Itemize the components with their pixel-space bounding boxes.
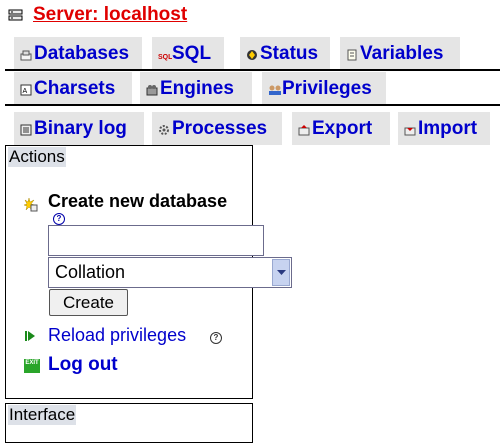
logout-icon: EXIT [24,359,40,373]
server-link[interactable]: Server: localhost [33,4,187,26]
new-database-icon [23,197,38,212]
tab-sql-label: SQL [172,42,212,64]
tab-binary-log[interactable]: Binary log [14,112,144,145]
tab-import[interactable]: Import [398,112,490,145]
tab-processes[interactable]: Processes [152,112,282,145]
tab-export[interactable]: Export [292,112,390,145]
processes-icon [158,123,170,135]
database-name-input[interactable] [48,225,264,256]
create-database-label: Create new database [48,191,228,211]
binary-log-icon [20,123,32,135]
server-icon [8,9,23,22]
help-icon[interactable]: ? [53,213,65,225]
tab-sql[interactable]: SQL SQL [152,37,224,70]
chevron-down-icon[interactable] [272,259,290,286]
tab-binary-log-label: Binary log [34,117,127,139]
charsets-icon: A [20,83,32,95]
interface-legend: Interface [8,405,77,425]
variables-icon [346,48,358,60]
engines-icon [146,83,158,95]
status-icon [246,48,258,60]
reload-help-icon[interactable]: ? [210,332,222,344]
tab-processes-label: Processes [172,117,268,139]
reload-privileges-link[interactable]: Reload privileges [48,325,186,346]
privileges-icon [268,83,281,95]
export-icon [298,123,310,135]
tab-row-2-line [5,104,500,106]
tab-variables-label: Variables [360,42,444,64]
create-button[interactable]: Create [49,289,128,316]
databases-icon [20,48,32,60]
server-title: Server: localhost [8,4,187,26]
tab-privileges-label: Privileges [282,77,372,99]
tab-row-1: Databases SQL SQL Status Variables [0,37,500,70]
tab-variables[interactable]: Variables [340,37,460,70]
svg-text:A: A [23,88,28,95]
import-icon [404,123,416,135]
tab-engines[interactable]: Engines [140,72,252,105]
tab-import-label: Import [418,117,478,139]
interface-panel: Interface [5,403,253,443]
tab-status-label: Status [260,42,319,64]
collation-select[interactable]: Collation [48,257,292,288]
tab-export-label: Export [312,117,373,139]
tab-charsets-label: Charsets [34,77,116,99]
reload-icon [25,329,35,341]
tab-row-2: A Charsets Engines Privileges [0,72,500,105]
tab-charsets[interactable]: A Charsets [14,72,132,105]
tab-status[interactable]: Status [240,37,330,70]
tab-row-3: Binary log Processes Export Import [0,112,500,145]
tab-databases-label: Databases [34,42,130,64]
sql-icon: SQL [158,48,173,61]
logout-link[interactable]: Log out [48,354,118,376]
collation-value: Collation [55,262,126,282]
tab-row-1-line [5,69,500,71]
tab-engines-label: Engines [160,77,234,99]
tab-databases[interactable]: Databases [14,37,142,70]
tab-privileges[interactable]: Privileges [262,72,386,105]
svg-text:SQL: SQL [158,54,172,61]
actions-legend: Actions [8,147,66,167]
